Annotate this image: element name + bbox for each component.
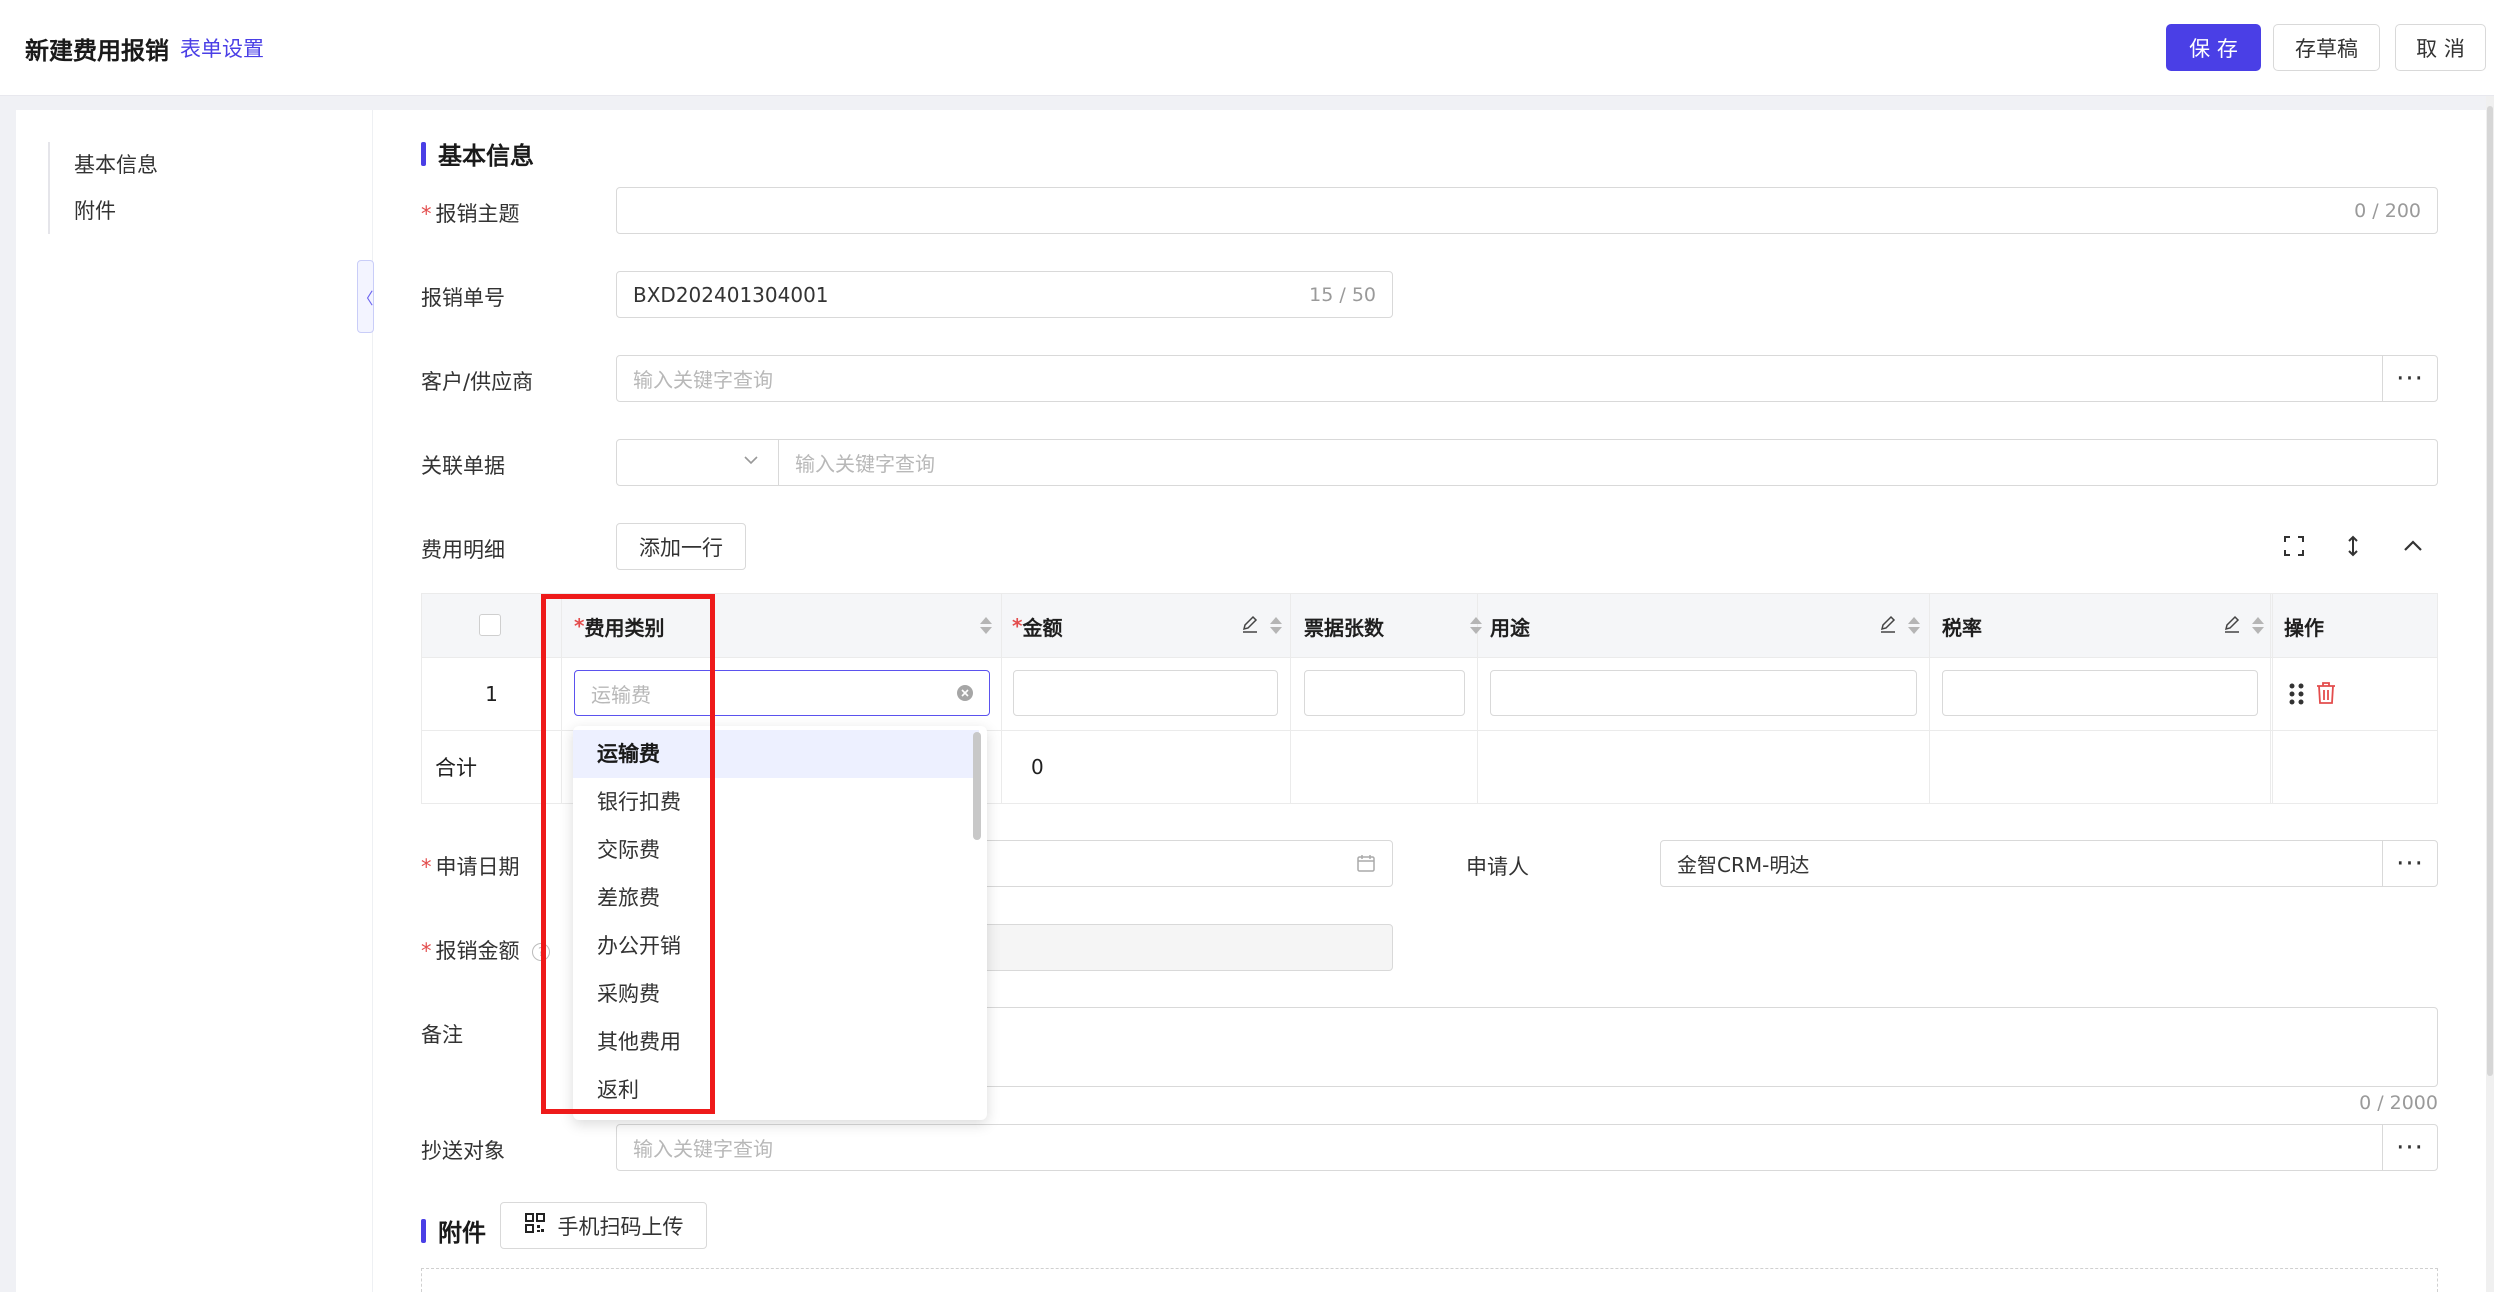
section-title-basic: 基本信息 bbox=[421, 136, 534, 171]
cancel-button[interactable]: 取 消 bbox=[2395, 24, 2486, 71]
sort-icon[interactable] bbox=[1268, 615, 1282, 637]
dropdown-option[interactable]: 差旅费 bbox=[573, 874, 979, 922]
select-all-checkbox[interactable] bbox=[479, 614, 501, 636]
nav-item-basic-info[interactable]: 基本信息 bbox=[74, 142, 158, 188]
nav-item-attachment[interactable]: 附件 bbox=[74, 188, 158, 234]
dropdown-scrollbar[interactable] bbox=[973, 732, 981, 840]
chevron-down-icon bbox=[742, 450, 760, 474]
dropdown-option[interactable]: 交际费 bbox=[573, 826, 979, 874]
page-scrollbar-track[interactable] bbox=[2486, 96, 2494, 1292]
section-accent-bar bbox=[421, 141, 426, 166]
sort-icon[interactable] bbox=[2250, 615, 2264, 637]
total-label: 合计 bbox=[435, 755, 477, 780]
edit-icon[interactable] bbox=[1878, 614, 1898, 639]
page-scrollbar-thumb[interactable] bbox=[2487, 106, 2493, 1076]
amount-label: * 报销金额 ? bbox=[421, 935, 551, 965]
scan-upload-button[interactable]: 手机扫码上传 bbox=[500, 1202, 707, 1249]
receipts-input[interactable] bbox=[1304, 670, 1465, 716]
cc-input[interactable]: 输入关键字查询 bbox=[616, 1124, 2383, 1171]
chevron-left-icon: 〈 bbox=[357, 288, 374, 308]
col-header-receipts[interactable]: 票据张数 bbox=[1304, 594, 1484, 658]
col-header-category[interactable]: * 费用类别 bbox=[574, 594, 992, 658]
dropdown-option[interactable]: 办公开销 bbox=[573, 922, 979, 970]
edit-icon[interactable] bbox=[1240, 614, 1260, 639]
edit-icon[interactable] bbox=[2222, 614, 2242, 639]
dropdown-option[interactable]: 运输费 bbox=[573, 730, 979, 778]
section-title-attachment: 附件 bbox=[421, 1213, 486, 1248]
subject-counter: 0 / 200 bbox=[2354, 200, 2421, 222]
customer-more-button[interactable]: ··· bbox=[2382, 355, 2438, 402]
dropdown-option[interactable]: 采购费 bbox=[573, 970, 979, 1018]
calendar-icon bbox=[1356, 853, 1376, 878]
cc-label: 抄送对象 bbox=[421, 1139, 505, 1163]
applicant-input[interactable]: 金智CRM-明达 bbox=[1660, 840, 2383, 887]
expand-height-icon[interactable] bbox=[2335, 528, 2371, 564]
upload-dropzone[interactable] bbox=[421, 1268, 2438, 1292]
sort-icon[interactable] bbox=[978, 615, 992, 637]
section-accent-bar bbox=[421, 1218, 426, 1243]
col-header-amount[interactable]: * 金额 bbox=[1012, 594, 1282, 658]
chevron-up-icon[interactable] bbox=[2395, 528, 2431, 564]
collapse-sidebar-button[interactable]: 〈 bbox=[357, 260, 374, 333]
col-header-tax-rate[interactable]: 税率 bbox=[1942, 594, 2264, 658]
drag-handle-icon[interactable] bbox=[2288, 682, 2306, 710]
apply-date-label: * 申请日期 bbox=[421, 855, 520, 879]
fullscreen-icon[interactable] bbox=[2276, 528, 2312, 564]
remark-label: 备注 bbox=[421, 1023, 463, 1047]
save-draft-button[interactable]: 存草稿 bbox=[2273, 24, 2380, 71]
tax-rate-input[interactable] bbox=[1942, 670, 2258, 716]
page-header: 新建费用报销 表单设置 保 存 存草稿 取 消 bbox=[0, 0, 2494, 96]
related-label: 关联单据 bbox=[421, 454, 505, 478]
sort-icon[interactable] bbox=[1468, 615, 1482, 637]
category-select[interactable]: 运输费 bbox=[574, 670, 990, 716]
applicant-more-button[interactable]: ··· bbox=[2382, 840, 2438, 887]
number-label: 报销单号 bbox=[421, 286, 505, 310]
sort-icon[interactable] bbox=[1906, 615, 1920, 637]
clear-icon[interactable] bbox=[955, 683, 975, 707]
applicant-label: 申请人 bbox=[1466, 855, 1529, 879]
col-header-purpose[interactable]: 用途 bbox=[1490, 594, 1920, 658]
number-counter: 15 / 50 bbox=[1309, 284, 1376, 306]
save-button[interactable]: 保 存 bbox=[2166, 24, 2261, 71]
subject-label: * 报销主题 bbox=[421, 202, 520, 226]
add-row-button[interactable]: 添加一行 bbox=[616, 523, 746, 570]
qr-code-icon bbox=[524, 1212, 546, 1239]
form-settings-link[interactable]: 表单设置 bbox=[180, 33, 264, 63]
related-type-select[interactable] bbox=[616, 439, 779, 486]
category-dropdown: 运输费 银行扣费 交际费 差旅费 办公开销 采购费 其他费用 返利 bbox=[573, 726, 987, 1120]
delete-icon[interactable] bbox=[2315, 681, 2337, 709]
amount-input[interactable] bbox=[1013, 670, 1278, 716]
help-icon[interactable]: ? bbox=[532, 943, 551, 961]
customer-label: 客户/供应商 bbox=[421, 370, 534, 394]
page-title: 新建费用报销 bbox=[25, 37, 169, 65]
col-header-actions: 操作 bbox=[2284, 615, 2324, 640]
number-input[interactable]: BXD202401304001 15 / 50 bbox=[616, 271, 1393, 318]
purpose-input[interactable] bbox=[1490, 670, 1917, 716]
dropdown-option[interactable]: 返利 bbox=[573, 1066, 979, 1114]
dropdown-option[interactable]: 银行扣费 bbox=[573, 778, 979, 826]
details-label: 费用明细 bbox=[421, 538, 505, 562]
remark-counter: 0 / 2000 bbox=[2359, 1092, 2438, 1114]
section-nav: 基本信息 附件 bbox=[48, 142, 158, 234]
subject-input[interactable]: 0 / 200 bbox=[616, 187, 2438, 234]
dropdown-option[interactable]: 其他费用 bbox=[573, 1018, 979, 1066]
row-index: 1 bbox=[485, 682, 498, 706]
cc-more-button[interactable]: ··· bbox=[2382, 1124, 2438, 1171]
related-input[interactable]: 输入关键字查询 bbox=[778, 439, 2438, 486]
customer-input[interactable]: 输入关键字查询 bbox=[616, 355, 2383, 402]
total-amount: 0 bbox=[1031, 754, 1044, 779]
